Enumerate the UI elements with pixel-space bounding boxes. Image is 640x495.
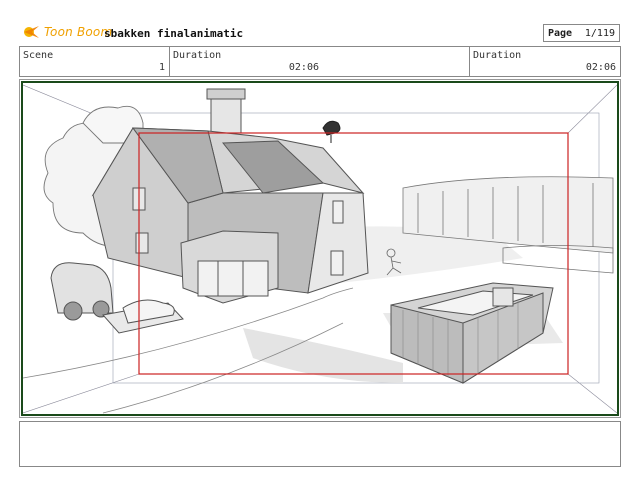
toon-boom-logo-icon xyxy=(24,26,39,38)
panel-duration-cell: Duration 02:06 xyxy=(170,47,470,76)
scene-duration-value: 02:06 xyxy=(585,62,616,73)
scene-duration-label: Duration xyxy=(473,50,522,61)
scene-duration-cell: Duration 02:06 xyxy=(470,47,620,76)
scene-value: 1 xyxy=(158,62,165,73)
project-title: sbakken finalanimatic xyxy=(104,27,244,40)
toon-boom-logo: Toon Boom xyxy=(22,24,112,40)
notes-panel[interactable] xyxy=(19,421,621,467)
scene-cell: Scene 1 xyxy=(20,47,170,76)
panel-duration-value: 02:06 xyxy=(288,62,319,73)
page-label: Page xyxy=(548,27,573,39)
scene-label: Scene xyxy=(23,50,54,61)
panel-image[interactable] xyxy=(21,81,619,416)
panel-duration-label: Duration xyxy=(173,50,222,61)
page-value: 1/119 xyxy=(584,27,615,39)
logo-text: Toon Boom xyxy=(44,25,113,39)
panel-info-row: Scene 1 Duration 02:06 Duration 02:06 xyxy=(19,46,621,77)
page-indicator: Page 1/119 xyxy=(543,24,620,42)
chimney xyxy=(206,88,246,134)
storyboard-sketch xyxy=(23,83,617,414)
